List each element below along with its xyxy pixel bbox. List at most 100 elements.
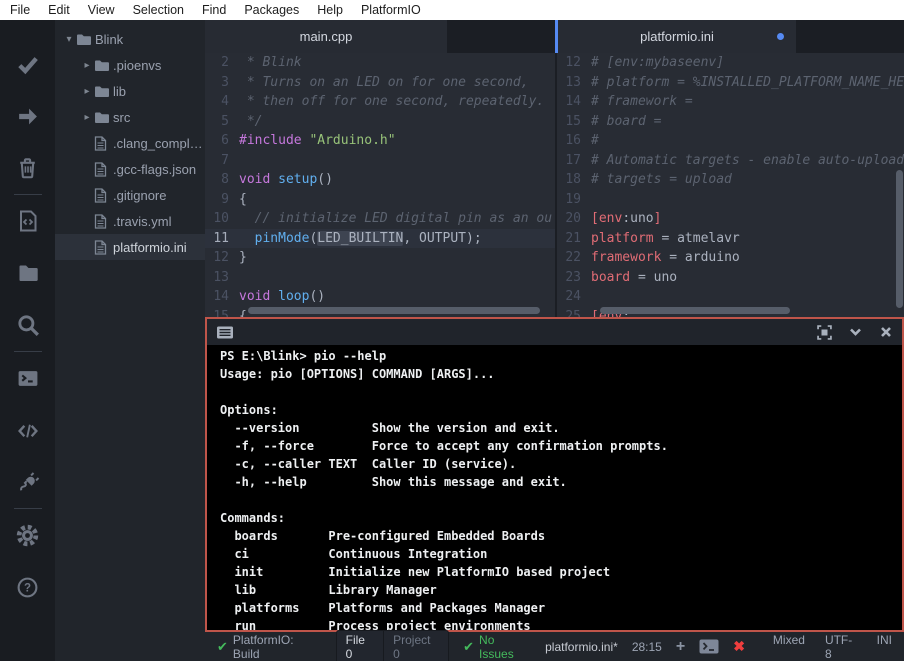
menu-packages[interactable]: Packages [235,0,308,20]
tree-item--clang-complete[interactable]: .clang_complete [55,130,205,156]
menu-edit[interactable]: Edit [39,0,79,20]
cursor-position[interactable]: 28:15 [632,640,662,654]
terminal-status-button[interactable] [699,639,719,654]
code-line-16[interactable]: 16# [557,131,904,151]
editor-panes: 2 * Blink3 * Turns on an LED on for one … [205,53,904,317]
tree-item--gcc-flags-json[interactable]: .gcc-flags.json [55,156,205,182]
menu-platformio[interactable]: PlatformIO [352,0,430,20]
code-line-18[interactable]: 18# targets = upload [557,170,904,190]
tab-bar-left: main.cpp [205,20,555,53]
code-line-17[interactable]: 17# Automatic targets - enable auto-uplo… [557,151,904,171]
horizontal-scrollbar[interactable] [248,307,540,314]
code-text: pinMode(LED_BUILTIN, OUTPUT); [239,229,482,249]
tree-item--pioenvs[interactable]: ▸.pioenvs [55,52,205,78]
code-line-13[interactable]: 13 [205,268,555,288]
code-line-5[interactable]: 5 */ [205,112,555,132]
terminal-header [207,319,902,345]
code-line-10[interactable]: 10 // initialize LED digital pin as an o… [205,209,555,229]
code-line-20[interactable]: 20[env:uno] [557,209,904,229]
tree-item--gitignore[interactable]: .gitignore [55,182,205,208]
terminal-button[interactable] [0,352,55,404]
terminal-maximize-button[interactable] [817,325,832,340]
terminal-collapse-button[interactable] [848,325,863,339]
encoding-selector[interactable]: UTF-8 [825,633,857,661]
terminal-output[interactable]: PS E:\Blink> pio --help Usage: pio [OPTI… [207,345,902,630]
menu-bar: FileEditViewSelectionFindPackagesHelpPla… [0,0,904,20]
code-line-9[interactable]: 9{ [205,190,555,210]
code-line-12[interactable]: 12} [205,248,555,268]
tree-item-blink[interactable]: ▾Blink [55,26,205,52]
editor-main-cpp[interactable]: 2 * Blink3 * Turns on an LED on for one … [205,53,555,317]
menu-view[interactable]: View [79,0,124,20]
code-line-23[interactable]: 23board = uno [557,268,904,288]
menu-find[interactable]: Find [193,0,235,20]
folder-icon [16,262,40,284]
file-icon [94,136,113,151]
editor-platformio-ini[interactable]: 12# [env:mybaseenv]13# platform = %INSTA… [557,53,904,317]
code-text: { [239,307,247,318]
question-icon: ? [16,576,39,599]
code-text: # [env:mybaseenv] [591,53,724,73]
help-button[interactable]: ? [0,561,55,613]
modified-dot-icon [777,33,784,40]
tree-item-platformio-ini[interactable]: platformio.ini [55,234,205,260]
code-line-22[interactable]: 22framework = arduino [557,248,904,268]
open-project-button[interactable] [0,247,55,299]
code-line-8[interactable]: 8void setup() [205,170,555,190]
issues-status[interactable]: ✔ No Issues [463,633,531,661]
code-line-6[interactable]: 6#include "Arduino.h" [205,131,555,151]
tab-platformio-ini[interactable]: platformio.ini [558,20,796,53]
line-number: 19 [557,190,591,210]
terminal-panel: PS E:\Blink> pio --help Usage: pio [OPTI… [205,317,904,632]
code-line-15[interactable]: 15# board = [557,112,904,132]
line-number: 25 [557,307,591,318]
code-line-19[interactable]: 19 [557,190,904,210]
code-line-12[interactable]: 12# [env:mybaseenv] [557,53,904,73]
upload-button[interactable] [0,90,55,142]
code-line-11[interactable]: 11 pinMode(LED_BUILTIN, OUTPUT); [205,229,555,249]
terminal-close-button[interactable] [879,325,893,339]
tab-main-cpp[interactable]: main.cpp [205,20,447,53]
grammar-selector[interactable]: INI [877,633,892,661]
code-text: void setup() [239,170,333,190]
code-line-21[interactable]: 21platform = atmelavr [557,229,904,249]
code-file-icon [16,209,40,233]
new-terminal-button[interactable]: + [676,638,685,656]
code-text: */ [239,112,262,132]
code-line-14[interactable]: 14# framework = [557,92,904,112]
close-terminals-button[interactable]: ✖ [733,638,745,655]
folder-icon [94,85,113,98]
code-line-4[interactable]: 4 * then off for one second, repeatedly. [205,92,555,112]
horizontal-scrollbar[interactable] [600,307,790,314]
settings-button[interactable] [0,509,55,561]
code-line-7[interactable]: 7 [205,151,555,171]
build-button[interactable] [0,38,55,90]
project-counter-button[interactable]: Project 0 [384,630,449,661]
code-line-24[interactable]: 24 [557,287,904,307]
find-button[interactable] [0,299,55,351]
line-number: 21 [557,229,591,249]
menu-selection[interactable]: Selection [124,0,193,20]
tree-item-src[interactable]: ▸src [55,104,205,130]
tab-bar-right: platformio.ini [555,20,904,53]
vertical-scrollbar[interactable] [896,170,903,308]
tree-item-lib[interactable]: ▸lib [55,78,205,104]
clean-button[interactable] [0,142,55,194]
gear-icon [16,524,39,547]
tree-item-label: .pioenvs [113,58,161,73]
library-manager-button[interactable] [0,456,55,508]
code-line-3[interactable]: 3 * Turns on an LED on for one second, [205,73,555,93]
build-status-label: PlatformIO: Build [233,633,322,661]
code-line-13[interactable]: 13# platform = %INSTALLED_PLATFORM_NAME_… [557,73,904,93]
init-project-button[interactable] [0,195,55,247]
build-status[interactable]: ✔ PlatformIO: Build [217,633,322,661]
code-line-14[interactable]: 14void loop() [205,287,555,307]
check-icon: ✔ [217,639,228,655]
tree-item--travis-yml[interactable]: .travis.yml [55,208,205,234]
line-ending-selector[interactable]: Mixed [773,633,805,661]
file-counter-button[interactable]: File 0 [336,630,385,661]
code-line-2[interactable]: 2 * Blink [205,53,555,73]
menu-file[interactable]: File [1,0,39,20]
code-tags-button[interactable] [0,404,55,456]
menu-help[interactable]: Help [308,0,352,20]
